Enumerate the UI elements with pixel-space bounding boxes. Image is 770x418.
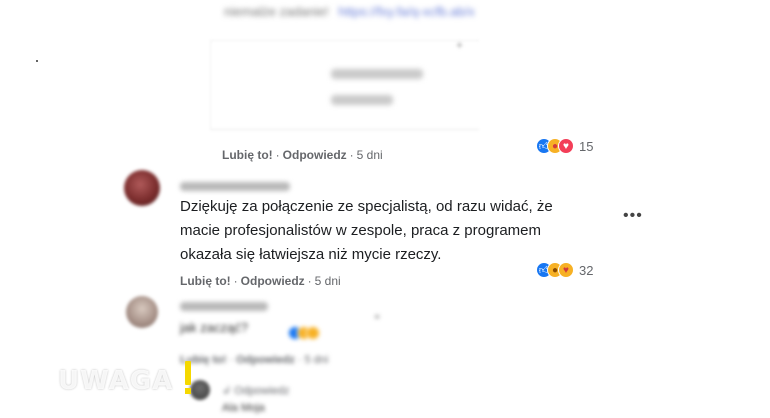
nested-reply-preview: Ala Moja [222,402,265,414]
shared-link[interactable]: https://fxy.fa/q-xcfb.ab/x [338,4,474,19]
link-prefix: niemalże zadanie! [224,4,329,19]
exclamation-mark-icon [184,361,193,394]
reply-prompt: Odpowiedz [234,385,290,397]
reply-actions: Lubię to! · Odpowiedz · 5 dni [180,354,329,366]
love-reaction-icon: ♥ [558,138,574,154]
card-subtitle-blur [331,95,393,105]
comment-line: okazała się łatwiejsza niż mycie rzeczy. [180,246,442,263]
like-link[interactable]: Lubię to! [180,274,231,288]
timestamp[interactable]: 5 dni [357,148,383,162]
reply-link[interactable]: Odpowiedz [236,354,295,366]
post-reactions[interactable]: 👍︎ ● ♥ 15 [536,138,593,154]
reaction-count[interactable]: 15 [579,139,593,154]
reply-link[interactable]: Odpowiedz [241,274,305,288]
shared-link-line: niemalże zadanie! https://fxy.fa/q-xcfb.… [224,4,475,19]
like-link[interactable]: Lubię to! [222,148,273,162]
reaction-count[interactable]: 32 [579,263,593,278]
card-title-blur [331,69,423,79]
link-preview-card[interactable] [210,40,479,130]
reply-quote-mark: “ [375,312,380,327]
reply-avatar[interactable] [126,296,158,328]
commenter-avatar[interactable] [124,170,160,206]
comment-text: Dziękuję za połączenie ze specjalistą, o… [180,195,553,267]
comment-reactions[interactable]: 👍︎ ● ♥ 32 [536,262,593,278]
comment-line: macie profesjonalistów w zespole, praca … [180,222,541,239]
tv-watermark-logo: UWAGA [58,361,191,396]
watermark-text: UWAGA [58,366,174,396]
comment-line: Dziękuję za połączenie ze specjalistą, o… [180,198,553,215]
care-reaction-icon: ♥ [558,262,574,278]
wow-reaction-icon [306,326,320,340]
card-plus-icon: + [456,38,464,52]
stray-dot [36,60,38,62]
post-actions: Lubię to! · Odpowiedz · 5 dni [222,148,383,162]
commenter-name-blurred[interactable] [180,182,290,191]
more-options-icon[interactable]: ••• [623,207,643,225]
view-replies-link[interactable]: ↲ Odpowiedz [222,384,289,397]
reply-text: jak zacząć? [180,320,248,335]
reply-link[interactable]: Odpowiedz [283,148,347,162]
comment-actions: Lubię to! · Odpowiedz · 5 dni [180,274,341,288]
reply-arrow-icon: ↲ [222,385,232,397]
facebook-comments-view: niemalże zadanie! https://fxy.fa/q-xcfb.… [0,0,770,418]
nested-reply-avatar[interactable] [190,380,210,400]
timestamp[interactable]: 5 dni [304,354,328,366]
reply-reactions[interactable] [288,326,320,340]
timestamp[interactable]: 5 dni [315,274,341,288]
reply-name-blurred[interactable] [180,302,268,311]
